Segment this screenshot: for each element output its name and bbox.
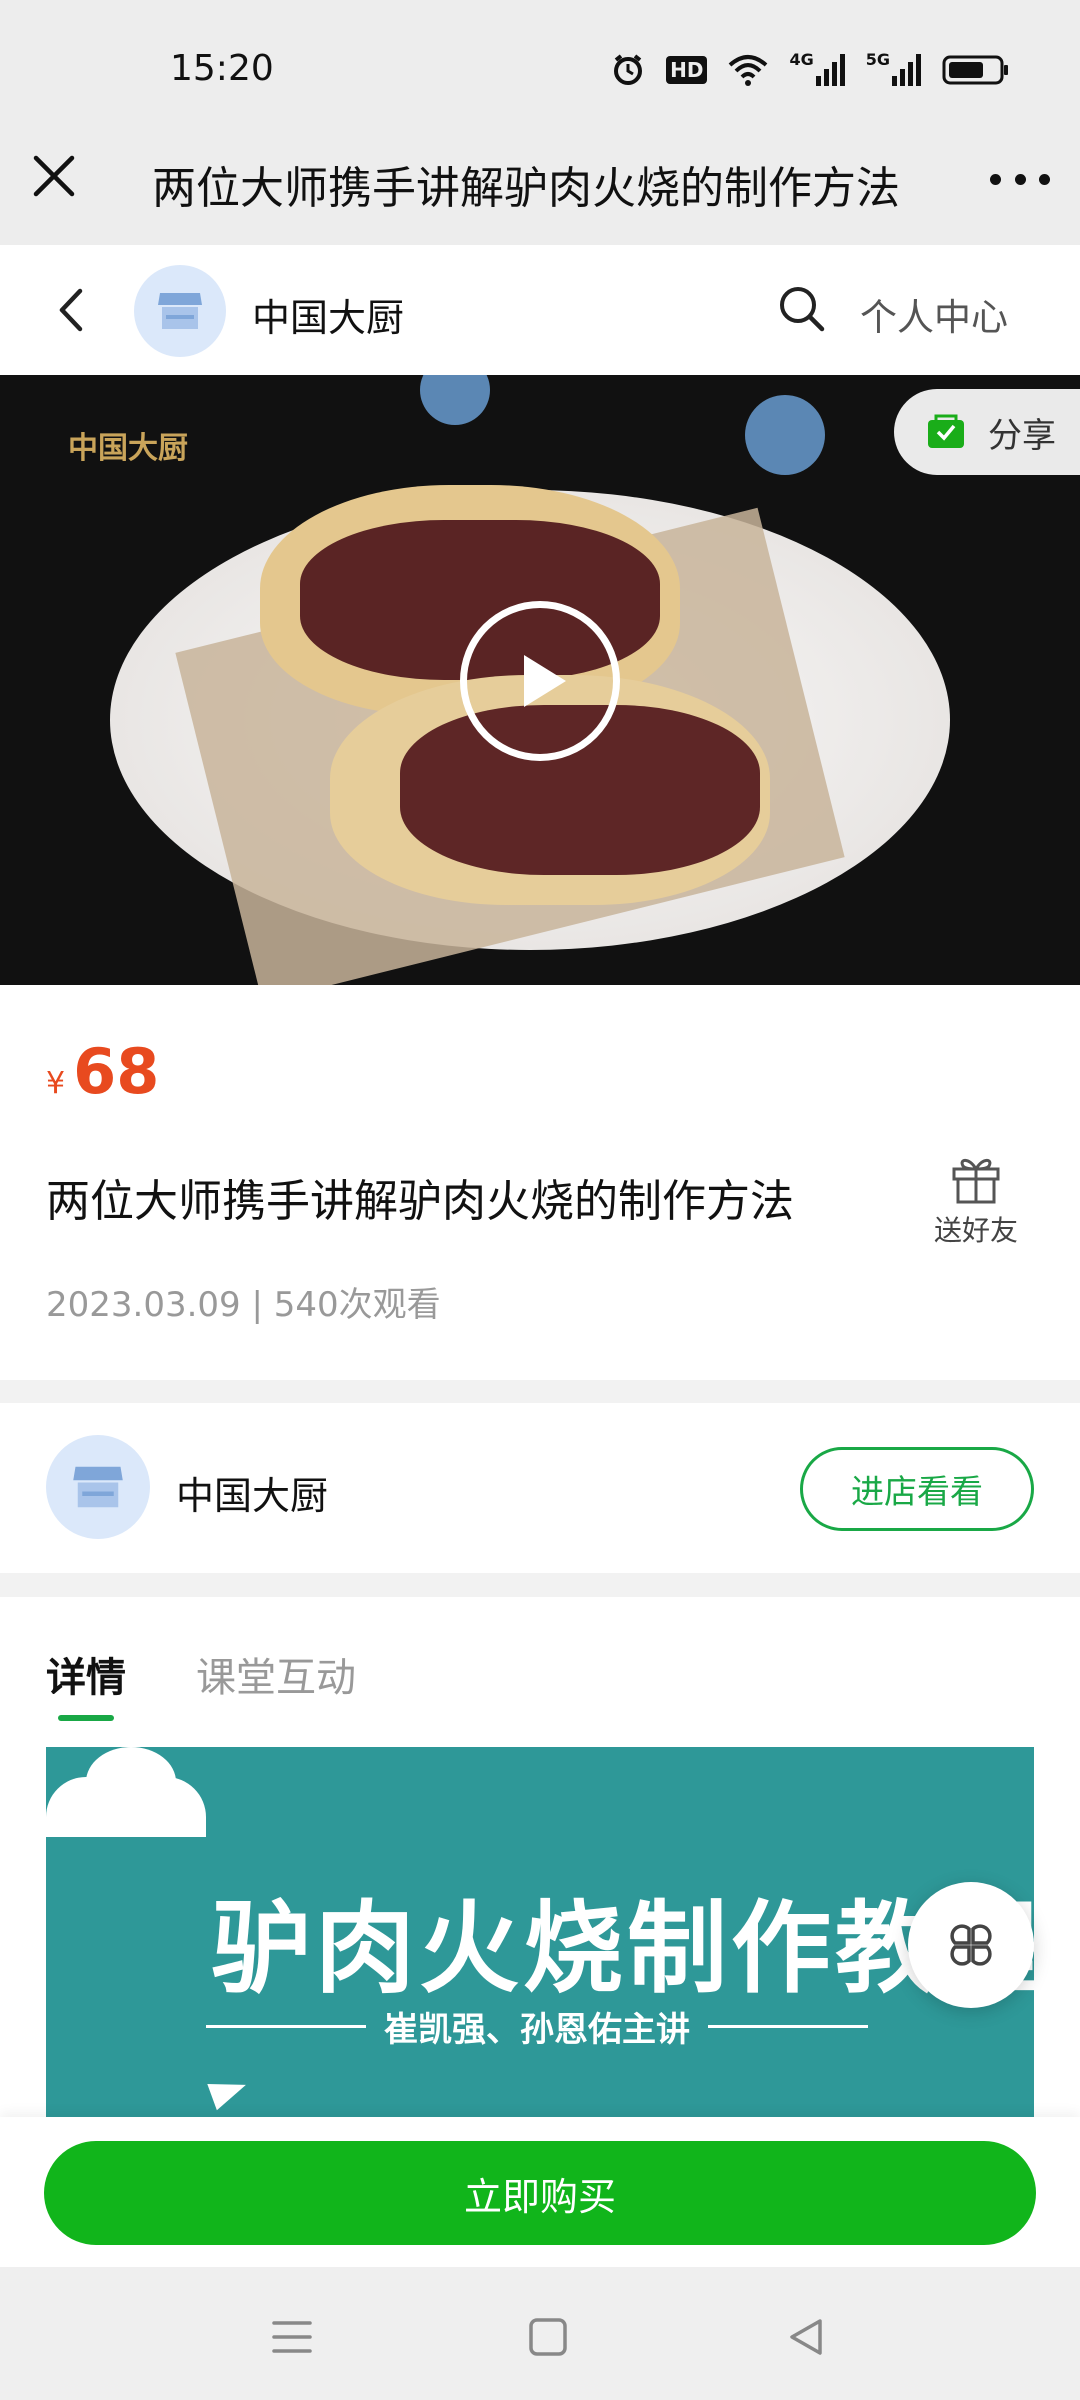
network-4g-label: 4G	[789, 50, 814, 69]
share-button[interactable]: 分享	[894, 389, 1080, 475]
price-value: 68	[73, 1035, 160, 1108]
signal-4g-icon: 4G	[789, 50, 845, 90]
shop-avatar[interactable]	[46, 1435, 150, 1539]
flower-decoration	[420, 375, 490, 425]
paper-plane-icon	[207, 2071, 251, 2111]
shop-card: 中国大厨 进店看看	[0, 1403, 1080, 1573]
play-icon	[524, 655, 566, 707]
close-icon	[33, 155, 75, 197]
search-button[interactable]	[776, 283, 828, 335]
publish-meta: 2023.03.09 | 540次观看	[46, 1285, 441, 1325]
product-title: 两位大师携手讲解驴肉火烧的制作方法	[46, 1176, 794, 1227]
wifi-icon	[727, 50, 769, 90]
back-button[interactable]	[50, 285, 90, 335]
shop-name[interactable]: 中国大厨	[252, 287, 404, 342]
buy-now-button[interactable]: 立即购买	[44, 2141, 1036, 2245]
page-title: 两位大师携手讲解驴肉火烧的制作方法	[152, 163, 900, 214]
currency-symbol: ¥	[46, 1066, 66, 1101]
more-dot-icon	[990, 173, 1001, 185]
search-icon	[780, 287, 825, 332]
banner-subtitle-text: 崔凯强、孙恩佑主讲	[384, 2010, 690, 2050]
home-square-icon	[529, 2318, 567, 2356]
chevron-left-icon	[59, 288, 83, 332]
alarm-icon	[610, 50, 646, 90]
status-time: 15:20	[170, 48, 274, 89]
status-icons: HD 4G 5G	[610, 50, 1010, 90]
banner-divider	[206, 2025, 366, 2028]
share-icon	[928, 414, 964, 448]
network-5g-label: 5G	[865, 50, 890, 69]
buy-bar: 立即购买	[0, 2117, 1080, 2267]
product-info: ¥ 68 两位大师携手讲解驴肉火烧的制作方法 送好友 2023.03.09 | …	[0, 985, 1080, 1380]
detail-banner-image: 驴肉火烧制作教程 崔凯强、孙恩佑主讲	[46, 1747, 1034, 2117]
tab-class-interaction[interactable]: 课堂互动	[196, 1645, 356, 1703]
more-dot-icon	[1039, 173, 1050, 185]
system-nav-bar	[0, 2267, 1080, 2400]
video-watermark: 中国大厨	[68, 431, 188, 466]
tab-active-indicator	[58, 1715, 114, 1721]
back-triangle-icon	[790, 2319, 822, 2355]
grid-clover-icon	[950, 1924, 992, 1966]
battery-icon	[942, 50, 1010, 90]
gift-to-friend-button[interactable]: 送好友	[930, 1153, 1022, 1253]
status-bar: 15:20 HD 4G 5G	[0, 0, 1080, 120]
more-dot-icon	[1014, 173, 1026, 185]
cloud-decoration	[86, 1747, 176, 1817]
shop-card-name[interactable]: 中国大厨	[176, 1465, 328, 1520]
video-player[interactable]: 中国大厨 分享	[0, 375, 1080, 985]
close-button[interactable]	[28, 150, 80, 202]
more-button[interactable]	[990, 164, 1050, 194]
share-label: 分享	[988, 415, 1056, 456]
floating-menu-button[interactable]	[908, 1882, 1034, 2008]
shop-avatar[interactable]	[134, 265, 226, 357]
play-button[interactable]	[460, 601, 620, 761]
flower-decoration	[745, 395, 825, 475]
tab-details[interactable]: 详情	[46, 1645, 126, 1703]
hd-icon: HD	[666, 56, 708, 84]
back-nav-button[interactable]	[776, 2307, 836, 2367]
title-bar: 两位大师携手讲解驴肉火烧的制作方法	[0, 120, 1080, 245]
home-nav-button[interactable]	[518, 2307, 578, 2367]
menu-nav-button[interactable]	[262, 2307, 322, 2367]
menu-icon	[272, 2321, 312, 2353]
price: ¥ 68	[46, 1035, 159, 1108]
visit-store-button[interactable]: 进店看看	[800, 1447, 1034, 1531]
detail-section: 详情 课堂互动 驴肉火烧制作教程 崔凯强、孙恩佑主讲	[0, 1597, 1080, 2117]
signal-5g-icon: 5G	[866, 50, 922, 90]
store-icon	[158, 293, 202, 329]
store-icon	[73, 1466, 123, 1508]
gift-icon	[952, 1158, 1000, 1204]
gift-label: 送好友	[933, 1214, 1018, 1247]
shop-nav-bar: 中国大厨 个人中心	[0, 245, 1080, 375]
personal-center-link[interactable]: 个人中心	[860, 287, 1008, 341]
banner-divider	[708, 2025, 868, 2028]
banner-subtitle: 崔凯强、孙恩佑主讲	[206, 2002, 868, 2051]
